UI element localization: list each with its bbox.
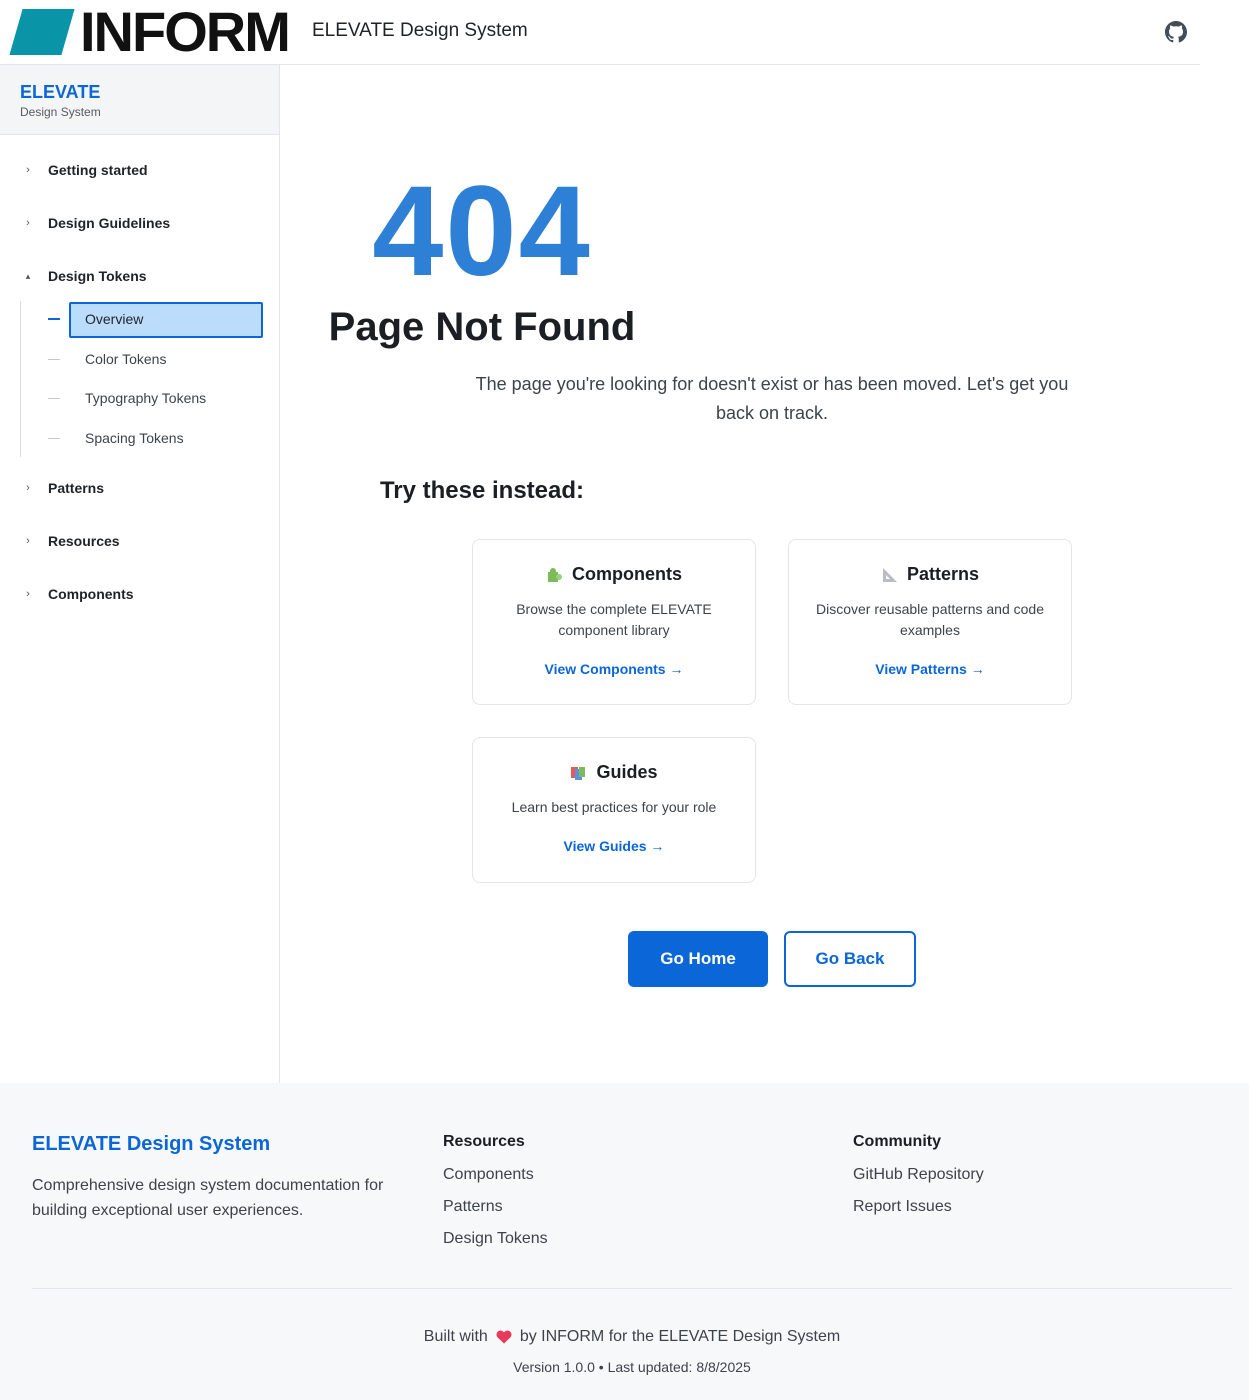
site-title: ELEVATE Design System <box>312 20 528 41</box>
subnav-item-label: Color Tokens <box>85 351 167 367</box>
footer-heading: Resources <box>443 1133 525 1150</box>
view-guides-link[interactable]: View Guides → <box>473 838 755 854</box>
sidebar-item-resources[interactable]: › Resources <box>0 526 280 556</box>
footer-community: Community GitHub Repository Report Issue… <box>853 1133 984 1223</box>
view-components-link[interactable]: View Components → <box>473 661 755 677</box>
footer-resources: Resources Components Patterns Design Tok… <box>443 1133 548 1255</box>
footer-link-design-tokens[interactable]: Design Tokens <box>443 1223 548 1255</box>
triangular-ruler-icon <box>882 567 897 582</box>
card-description: Browse the complete ELEVATE component li… <box>516 601 712 638</box>
sidebar-title[interactable]: ELEVATE <box>20 81 259 103</box>
suggestion-card-components: Components Browse the complete ELEVATE c… <box>472 539 756 705</box>
built-suffix: by INFORM for the ELEVATE Design System <box>519 1328 841 1345</box>
go-home-button[interactable]: Go Home <box>628 931 768 987</box>
footer-link-components[interactable]: Components <box>443 1159 548 1191</box>
subnav-item-label: Spacing Tokens <box>85 430 184 446</box>
subnav-item-label: Typography Tokens <box>85 390 207 406</box>
built-prefix: Built with <box>423 1328 488 1345</box>
footer-description: Comprehensive design system documentatio… <box>32 1177 384 1219</box>
dash-indicator <box>48 437 60 439</box>
books-icon <box>571 766 586 780</box>
footer-brand: ELEVATE Design System <box>32 1133 271 1155</box>
version-info: Version 1.0.0 • Last updated: 8/8/2025 <box>513 1359 751 1375</box>
dash-indicator <box>48 358 60 360</box>
main-content: 404 Page Not Found The page you're looki… <box>281 65 1200 1083</box>
sidebar-subtitle: Design System <box>20 105 101 119</box>
footer-link-patterns[interactable]: Patterns <box>443 1191 548 1223</box>
suggestions-heading: Try these instead: <box>379 477 585 504</box>
footer-heading: Community <box>853 1133 941 1150</box>
error-description: The page you're looking for doesn't exis… <box>475 374 1069 423</box>
footer-link-github-repository[interactable]: GitHub Repository <box>853 1159 984 1191</box>
subnav-item-spacing-tokens[interactable]: Spacing Tokens <box>40 421 264 455</box>
heart-icon <box>496 1330 512 1344</box>
top-header: INFORM ELEVATE Design System <box>0 0 1200 65</box>
footer-credits: Built with by INFORM for the ELEVATE Des… <box>0 1328 1249 1346</box>
inform-logo[interactable]: INFORM <box>8 0 291 63</box>
suggestion-card-guides: Guides Learn best practices for your rol… <box>472 737 756 883</box>
sidebar-header: ELEVATE Design System <box>0 65 279 135</box>
suggestion-card-patterns: Patterns Discover reusable patterns and … <box>788 539 1072 705</box>
sidebar-item-components[interactable]: › Components <box>0 579 280 609</box>
sidebar-item-label: Components <box>48 586 134 602</box>
github-icon[interactable] <box>1165 21 1187 43</box>
error-code: 404 <box>372 160 592 303</box>
subnav-item-typography-tokens[interactable]: Typography Tokens <box>40 381 264 415</box>
card-description: Discover reusable patterns and code exam… <box>815 601 1045 638</box>
card-title: Guides <box>596 762 658 782</box>
footer-divider <box>32 1288 1232 1289</box>
logo-mark-icon <box>9 9 75 55</box>
logo-text: INFORM <box>80 0 291 63</box>
sidebar-item-label: Resources <box>48 533 120 549</box>
card-title: Patterns <box>906 564 980 584</box>
page-title: Page Not Found <box>328 305 636 349</box>
dash-indicator <box>48 397 60 399</box>
chevron-right-icon: › <box>26 588 30 600</box>
card-title: Components <box>572 564 682 584</box>
chevron-right-icon: › <box>26 535 30 547</box>
puzzle-piece-icon <box>548 567 562 582</box>
view-patterns-link[interactable]: View Patterns → <box>789 661 1071 677</box>
go-back-button[interactable]: Go Back <box>784 931 916 987</box>
card-description: Learn best practices for your role <box>511 799 717 815</box>
footer: ELEVATE Design System Comprehensive desi… <box>0 1083 1249 1400</box>
footer-link-report-issues[interactable]: Report Issues <box>853 1191 984 1223</box>
